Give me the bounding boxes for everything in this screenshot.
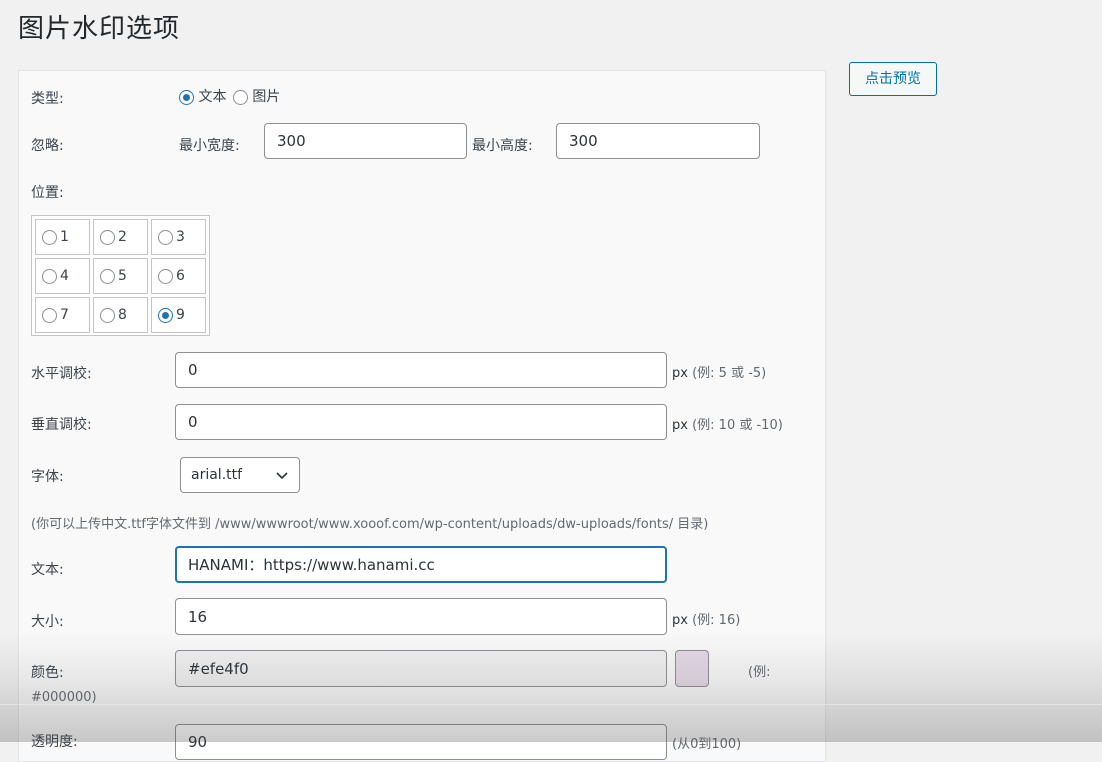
opacity-input[interactable]: 90 xyxy=(175,724,667,760)
position-label-7: 7 xyxy=(60,307,69,323)
chevron-down-icon xyxy=(276,472,288,480)
position-radio-9[interactable] xyxy=(158,307,173,323)
type-text-radio[interactable] xyxy=(179,89,194,105)
position-cell-7[interactable]: 7 xyxy=(35,297,90,333)
position-label-3: 3 xyxy=(176,229,185,245)
position-cell-5[interactable]: 5 xyxy=(93,258,148,294)
h-offset-unit: px xyxy=(672,366,688,381)
position-label-5: 5 xyxy=(118,268,127,284)
color-example-cont: #000000) xyxy=(31,690,97,705)
h-offset-input[interactable]: 0 xyxy=(175,352,667,388)
position-cell-8[interactable]: 8 xyxy=(93,297,148,333)
min-height-value: 300 xyxy=(569,132,598,150)
position-label: 位置: xyxy=(31,185,64,201)
min-height-label: 最小高度: xyxy=(472,138,533,154)
page-title: 图片水印选项 xyxy=(18,14,181,44)
type-radio-group: 文本 图片 xyxy=(179,86,280,106)
position-cell-3[interactable]: 3 xyxy=(151,219,206,255)
type-label: 类型: xyxy=(31,91,64,107)
h-offset-value: 0 xyxy=(188,361,198,379)
v-offset-hint: px (例: 10 或 -10) xyxy=(672,414,783,433)
text-label: 文本: xyxy=(31,562,64,578)
min-width-value: 300 xyxy=(277,132,306,150)
position-radio-4[interactable] xyxy=(42,268,57,284)
min-width-label: 最小宽度: xyxy=(179,138,240,154)
font-select-value: arial.ttf xyxy=(191,467,243,483)
position-label-8: 8 xyxy=(118,307,127,323)
position-radio-7[interactable] xyxy=(42,307,57,323)
color-swatch[interactable] xyxy=(675,650,709,687)
v-offset-value: 0 xyxy=(188,413,198,431)
position-radio-6[interactable] xyxy=(158,268,173,284)
v-offset-example: (例: 10 或 -10) xyxy=(692,418,783,433)
position-radio-8[interactable] xyxy=(100,307,115,323)
opacity-label: 透明度: xyxy=(31,734,78,750)
preview-button[interactable]: 点击预览 xyxy=(849,62,937,96)
color-example: (例: xyxy=(748,665,771,680)
position-radio-5[interactable] xyxy=(100,268,115,284)
text-value: HANAMI：https://www.hanami.cc xyxy=(188,556,435,574)
font-upload-note: (你可以上传中文.ttf字体文件到 /www/wwwroot/www.xooof… xyxy=(31,517,709,532)
type-image-label: 图片 xyxy=(252,89,281,105)
position-cell-4[interactable]: 4 xyxy=(35,258,90,294)
size-unit: px xyxy=(672,613,688,628)
min-height-input[interactable]: 300 xyxy=(556,123,760,159)
position-grid: 1 2 3 4 5 6 7 8 9 xyxy=(31,215,210,336)
position-label-2: 2 xyxy=(118,229,127,245)
position-radio-2[interactable] xyxy=(100,229,115,245)
text-input[interactable]: HANAMI：https://www.hanami.cc xyxy=(175,546,667,583)
color-input[interactable]: #efe4f0 xyxy=(175,650,667,687)
position-label-4: 4 xyxy=(60,268,69,284)
opacity-value: 90 xyxy=(188,733,208,751)
type-text-label: 文本 xyxy=(198,89,227,105)
font-label: 字体: xyxy=(31,469,64,485)
size-hint: px (例: 16) xyxy=(672,609,740,628)
h-offset-hint: px (例: 5 或 -5) xyxy=(672,362,766,381)
position-cell-9[interactable]: 9 xyxy=(151,297,206,333)
h-offset-label: 水平调校: xyxy=(31,366,92,382)
h-offset-example: (例: 5 或 -5) xyxy=(692,366,767,381)
color-label: 颜色: xyxy=(31,665,64,681)
ignore-label: 忽略: xyxy=(31,138,64,154)
position-label-9: 9 xyxy=(176,307,185,323)
position-cell-6[interactable]: 6 xyxy=(151,258,206,294)
position-radio-1[interactable] xyxy=(42,229,57,245)
min-width-input[interactable]: 300 xyxy=(264,123,467,159)
position-cell-2[interactable]: 2 xyxy=(93,219,148,255)
font-select[interactable]: arial.ttf xyxy=(180,457,300,493)
overlay-divider xyxy=(0,704,1102,705)
position-radio-3[interactable] xyxy=(158,229,173,245)
size-input[interactable]: 16 xyxy=(175,598,667,635)
size-value: 16 xyxy=(188,607,208,626)
position-label-1: 1 xyxy=(60,229,69,245)
position-label-6: 6 xyxy=(176,268,185,284)
v-offset-unit: px xyxy=(672,418,688,433)
size-label: 大小: xyxy=(31,614,64,630)
color-value: #efe4f0 xyxy=(188,659,249,678)
type-image-radio[interactable] xyxy=(232,89,248,105)
v-offset-input[interactable]: 0 xyxy=(175,404,667,440)
position-cell-1[interactable]: 1 xyxy=(35,219,90,255)
v-offset-label: 垂直调校: xyxy=(31,417,92,433)
opacity-hint: (从0到100) xyxy=(672,737,742,752)
size-example: (例: 16) xyxy=(692,613,741,628)
